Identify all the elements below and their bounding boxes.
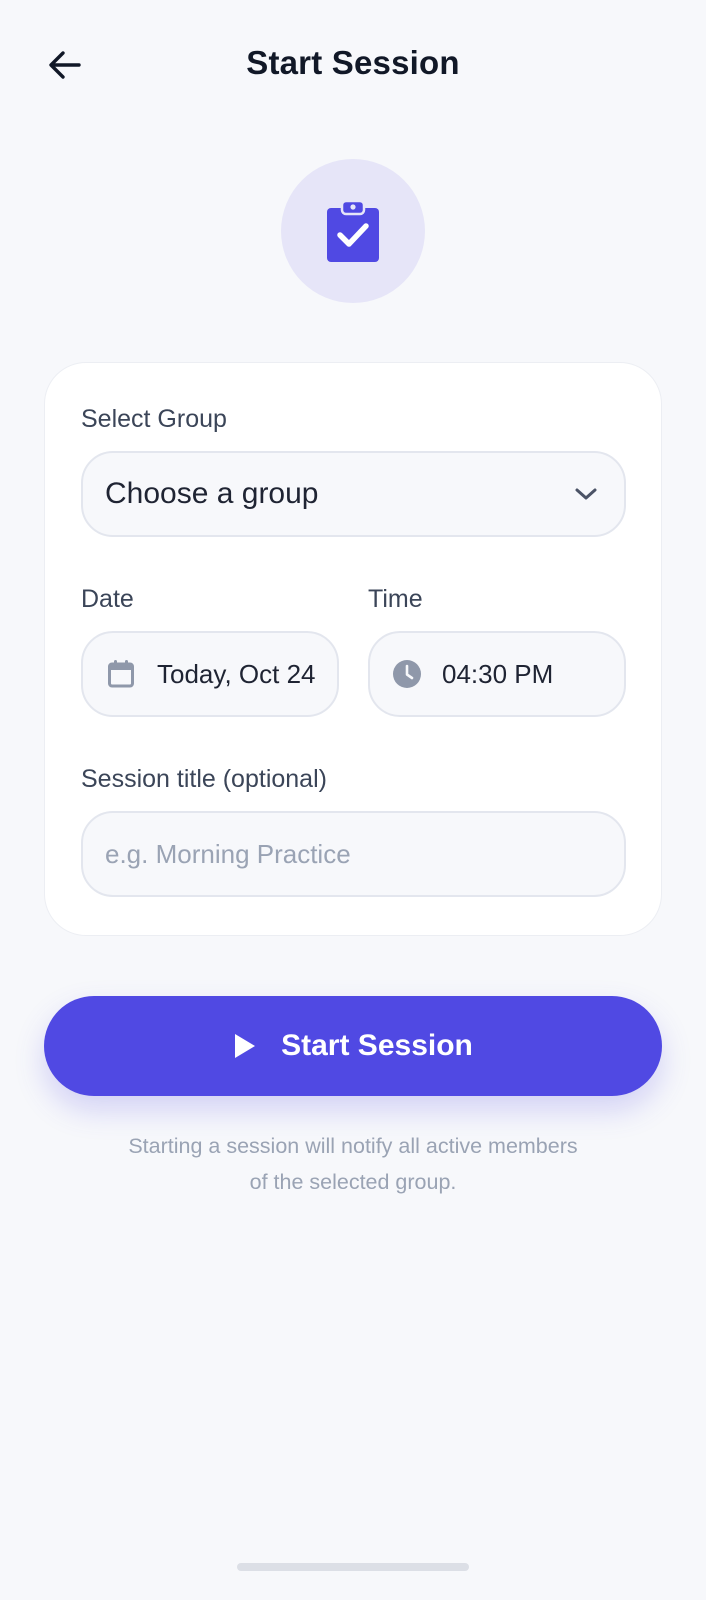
play-icon xyxy=(233,1032,257,1060)
home-indicator xyxy=(237,1563,469,1571)
session-title-placeholder: e.g. Morning Practice xyxy=(105,838,351,869)
header: Start Session xyxy=(0,0,706,130)
hero-icon-container xyxy=(281,159,425,303)
page-title: Start Session xyxy=(246,44,460,81)
time-label: Time xyxy=(368,585,423,613)
select-group-label: Select Group xyxy=(81,405,227,433)
session-form-card: Select Group Choose a group Date Today, … xyxy=(44,362,662,936)
helper-text: Starting a session will notify all activ… xyxy=(80,1128,626,1200)
helper-text-line-1: Starting a session will notify all activ… xyxy=(128,1134,578,1158)
start-session-button-label: Start Session xyxy=(281,1029,473,1062)
date-picker[interactable]: Today, Oct 24 xyxy=(81,631,339,717)
group-select[interactable]: Choose a group xyxy=(81,451,626,537)
chevron-down-icon xyxy=(574,487,598,501)
group-select-value: Choose a group xyxy=(105,477,319,510)
date-label: Date xyxy=(81,585,134,613)
time-picker[interactable]: 04:30 PM xyxy=(368,631,626,717)
session-title-label: Session title (optional) xyxy=(81,765,327,793)
time-value: 04:30 PM xyxy=(442,658,554,689)
start-session-button[interactable]: Start Session xyxy=(44,996,662,1096)
session-title-input[interactable]: e.g. Morning Practice xyxy=(81,811,626,897)
calendar-icon xyxy=(107,659,135,689)
start-session-screen: Start Session Select Group Choose a grou… xyxy=(0,0,706,1600)
clock-icon xyxy=(392,659,422,689)
clipboard-check-icon xyxy=(323,198,383,264)
date-value: Today, Oct 24 xyxy=(157,658,316,689)
helper-text-line-2: of the selected group. xyxy=(249,1170,457,1194)
